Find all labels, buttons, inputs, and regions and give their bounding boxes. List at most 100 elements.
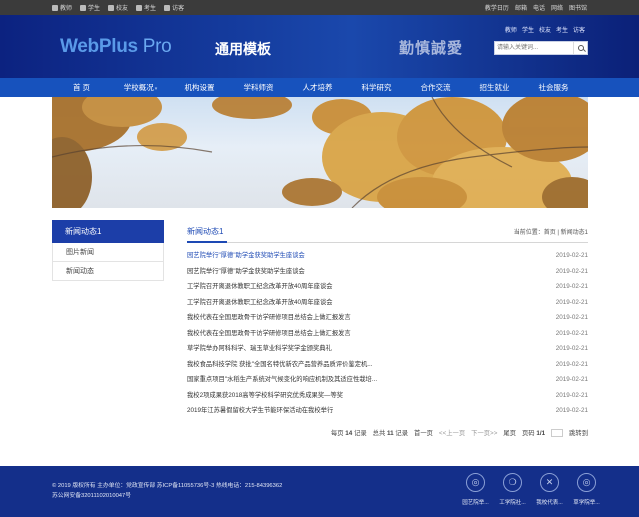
list-item[interactable]: 我校代表在全国思政骨干访学研修项目总结会上做汇报发言 2019-02-21 bbox=[187, 326, 588, 342]
news-date: 2019-02-21 bbox=[555, 376, 588, 383]
pager-prev-button[interactable]: <<上一页 bbox=[439, 428, 465, 437]
list-item[interactable]: 园艺院举行"厚德"助学金获奖助学生座谈会 2019-02-21 bbox=[187, 264, 588, 280]
news-title[interactable]: 工学院召开离退休教职工纪念改革开放40周年座谈会 bbox=[187, 279, 333, 295]
site-footer: © 2019 版权所有 主办单位：党政宣传部 苏ICP备11055736号-3 … bbox=[0, 466, 639, 517]
news-title[interactable]: 国家重点项目"水稻生产系统对气候变化的响应机制及其适应性栽培... bbox=[187, 372, 377, 388]
list-item[interactable]: 我校食品科技学院 获批"全国名特优新农产品营养品质评价鉴定机... 2019-02… bbox=[187, 357, 588, 373]
pager-per-page: 每页 14 记录 bbox=[330, 430, 367, 437]
footer-social-icons: ◎ 园艺院举... ❍ 工学院社... ✕ 我校代表... ◎ 草学院举... bbox=[459, 473, 603, 506]
student-icon bbox=[80, 4, 87, 11]
news-date: 2019-02-21 bbox=[555, 283, 588, 290]
chevron-down-icon: ▾ bbox=[154, 86, 158, 92]
header-quick-links: 教师 学生 校友 考生 访客 bbox=[505, 25, 585, 34]
page-title: 新闻动态1 bbox=[187, 227, 228, 243]
topbar-link-phone[interactable]: 电话 bbox=[533, 3, 545, 12]
topbar-link-student[interactable]: 学生 bbox=[80, 3, 100, 12]
news-date: 2019-02-21 bbox=[555, 329, 588, 337]
quick-link-examinee[interactable]: 考生 bbox=[556, 25, 568, 34]
topbar-link-examinee[interactable]: 考生 bbox=[136, 3, 156, 12]
nav-item-organization[interactable]: 机构设置 bbox=[170, 78, 229, 97]
logo-main-text: WebPlus bbox=[60, 36, 138, 57]
news-title[interactable]: 2019年江苏暑假留校大学生节能环保活动在我校举行 bbox=[187, 403, 333, 419]
nav-item-education[interactable]: 人才培养 bbox=[288, 78, 347, 97]
news-list: 园艺院举行"厚德"助学金获奖助学生座谈会 2019-02-21 园艺院举行"厚德"… bbox=[187, 248, 588, 419]
news-title[interactable]: 草学院举办阿科科学、瑞玉草业科学奖学金颁奖典礼 bbox=[187, 341, 332, 357]
news-title[interactable]: 我校代表在全国思政骨干访学研修项目总结会上做汇报发言 bbox=[187, 326, 351, 342]
quick-link-alumni[interactable]: 校友 bbox=[539, 25, 551, 34]
pager-page-indicator: 页码 1/1 bbox=[522, 430, 546, 437]
search-icon bbox=[577, 45, 584, 51]
breadcrumb: 当前位置：首页 | 新闻动态1 bbox=[513, 230, 588, 236]
logo-pro-text: Pro bbox=[137, 36, 172, 57]
content-header: 新闻动态1 当前位置：首页 | 新闻动态1 bbox=[187, 220, 588, 243]
nav-item-faculty[interactable]: 学科师资 bbox=[229, 78, 288, 97]
footer-icon-link-3[interactable]: ✕ 我校代表... bbox=[533, 473, 566, 506]
topbar-link-teacher[interactable]: 教师 bbox=[52, 3, 72, 12]
footer-copyright: © 2019 版权所有 主办单位：党政宣传部 苏ICP备11055736号-3 … bbox=[52, 481, 282, 501]
list-item[interactable]: 我校代表在全国思政骨干访学研修项目总结会上做汇报发言 2019-02-21 bbox=[187, 310, 588, 326]
visitor-icon bbox=[164, 4, 171, 11]
nav-item-research[interactable]: 科学研究 bbox=[347, 78, 406, 97]
pager-first-button[interactable]: 首一页 bbox=[414, 428, 433, 437]
utility-links: 教学日历 邮箱 电话 网络 图书馆 bbox=[485, 3, 587, 12]
quick-link-student[interactable]: 学生 bbox=[522, 25, 534, 34]
school-motto: 勤慎誠愛 bbox=[399, 39, 464, 57]
list-item[interactable]: 国家重点项目"水稻生产系统对气候变化的响应机制及其适应性栽培... 2019-02… bbox=[187, 372, 588, 388]
news-title[interactable]: 我校代表在全国思政骨干访学研修项目总结会上做汇报发言 bbox=[187, 310, 351, 326]
list-item[interactable]: 我校2项成果获2018高等学校科学研究优秀成果奖—等奖 2019-02-21 bbox=[187, 388, 588, 404]
list-item[interactable]: 园艺院举行"厚德"助学金获奖助学生座谈会 2019-02-21 bbox=[187, 248, 588, 264]
topbar-link-library[interactable]: 图书馆 bbox=[569, 3, 587, 12]
news-title[interactable]: 我校2项成果获2018高等学校科学研究优秀成果奖—等奖 bbox=[187, 388, 343, 404]
weibo-icon: ◎ bbox=[577, 473, 596, 492]
sidebar-item-photo-news[interactable]: 图片新闻 bbox=[52, 243, 164, 262]
topbar-link-network[interactable]: 网络 bbox=[551, 3, 563, 12]
search-input[interactable] bbox=[495, 42, 573, 54]
alumni-icon bbox=[108, 4, 115, 11]
list-item[interactable]: 草学院举办阿科科学、瑞玉草业科学奖学金颁奖典礼 2019-02-21 bbox=[187, 341, 588, 357]
pager-goto-button[interactable]: 跳转到 bbox=[569, 428, 588, 437]
pager-goto-input[interactable] bbox=[551, 428, 564, 437]
banner-image bbox=[52, 97, 588, 208]
topbar-link-alumni[interactable]: 校友 bbox=[108, 3, 128, 12]
footer-icon-link-1[interactable]: ◎ 园艺院举... bbox=[459, 473, 492, 506]
list-item[interactable]: 2019年江苏暑假留校大学生节能环保活动在我校举行 2019-02-21 bbox=[187, 403, 588, 419]
news-date: 2019-02-21 bbox=[555, 391, 588, 399]
nav-item-about[interactable]: 学校概况▾ bbox=[111, 78, 170, 97]
quick-link-visitor[interactable]: 访客 bbox=[573, 25, 585, 34]
footer-icon-link-2[interactable]: ❍ 工学院社... bbox=[496, 473, 529, 506]
news-date: 2019-02-21 bbox=[555, 360, 588, 368]
quick-link-teacher[interactable]: 教师 bbox=[505, 25, 517, 34]
pager-next-button[interactable]: 下一页>> bbox=[471, 428, 497, 437]
teacher-icon bbox=[52, 4, 58, 11]
search-button[interactable] bbox=[573, 42, 587, 54]
search-box bbox=[494, 41, 588, 55]
footer-icon-link-4[interactable]: ◎ 草学院举... bbox=[570, 473, 603, 506]
sidebar-item-news[interactable]: 新闻动态 bbox=[52, 262, 164, 281]
list-item[interactable]: 工学院召开离退休教职工纪念改革开放40周年座谈会 2019-02-21 bbox=[187, 295, 588, 311]
nav-item-cooperation[interactable]: 合作交流 bbox=[406, 78, 465, 97]
topbar-link-visitor[interactable]: 访客 bbox=[164, 3, 184, 12]
nav-item-admission[interactable]: 招生就业 bbox=[465, 78, 524, 97]
news-title[interactable]: 园艺院举行"厚德"助学金获奖助学生座谈会 bbox=[187, 248, 305, 264]
topbar-link-mail[interactable]: 邮箱 bbox=[515, 3, 527, 12]
site-logo[interactable]: WebPlus Pro bbox=[60, 36, 172, 58]
weibo-icon: ◎ bbox=[466, 473, 485, 492]
site-subtitle: 通用模板 bbox=[215, 41, 271, 57]
identity-links: 教师 学生 校友 考生 访客 bbox=[52, 3, 184, 12]
pager-last-button[interactable]: 尾页 bbox=[503, 428, 516, 437]
news-date: 2019-02-21 bbox=[555, 345, 588, 352]
pager-total: 总共 11 记录 bbox=[372, 430, 409, 437]
sidebar-title: 新闻动态1 bbox=[52, 220, 164, 243]
news-title[interactable]: 工学院召开离退休教职工纪念改革开放40周年座谈会 bbox=[187, 295, 333, 311]
sidebar: 新闻动态1 图片新闻 新闻动态 bbox=[52, 220, 164, 281]
list-item[interactable]: 工学院召开离退休教职工纪念改革开放40周年座谈会 2019-02-21 bbox=[187, 279, 588, 295]
wechat-icon: ❍ bbox=[503, 473, 522, 492]
ginkgo-leaves-illustration bbox=[52, 97, 588, 208]
topbar-link-calendar[interactable]: 教学日历 bbox=[485, 3, 509, 12]
news-title[interactable]: 我校食品科技学院 获批"全国名特优新农产品营养品质评价鉴定机... bbox=[187, 357, 373, 373]
footer-line-2: 苏公网安备32011102010047号 bbox=[52, 493, 132, 499]
news-title[interactable]: 园艺院举行"厚德"助学金获奖助学生座谈会 bbox=[187, 264, 305, 280]
nav-item-service[interactable]: 社会服务 bbox=[524, 78, 583, 97]
tools-icon: ✕ bbox=[540, 473, 559, 492]
nav-item-home[interactable]: 首 页 bbox=[52, 78, 111, 97]
